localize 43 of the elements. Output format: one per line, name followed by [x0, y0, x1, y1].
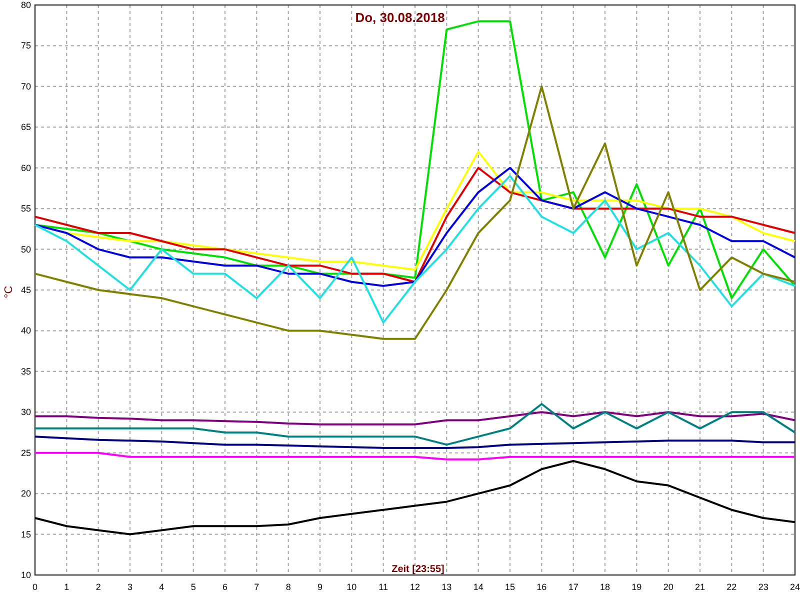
tick-label: 20 — [663, 582, 674, 592]
tick-label: 11 — [378, 582, 388, 592]
tick-label: 22 — [726, 582, 737, 592]
chart-title: Do, 30.08.2018 — [355, 10, 445, 25]
tick-label: 25 — [20, 448, 31, 458]
tick-label: 35 — [20, 366, 31, 376]
tick-label: 0 — [32, 582, 38, 592]
tick-label: 14 — [473, 582, 484, 592]
tick-label: 5 — [190, 582, 196, 592]
tick-label: 75 — [20, 40, 31, 51]
tick-label: 24 — [790, 582, 800, 592]
tick-label: 10 — [346, 582, 357, 592]
tick-label: 12 — [410, 582, 420, 592]
tick-label: 40 — [20, 326, 31, 336]
tick-label: 2 — [96, 582, 101, 592]
tick-label: 60 — [20, 162, 31, 173]
tick-label: 45 — [20, 285, 31, 295]
tick-label: 1 — [64, 582, 70, 592]
y-axis-label: °C — [3, 286, 15, 298]
tick-label: 9 — [318, 582, 322, 592]
tick-label: 20 — [20, 488, 31, 499]
tick-label: 16 — [536, 582, 547, 592]
tick-label: 50 — [20, 244, 31, 254]
tick-label: 17 — [568, 582, 578, 592]
tick-label: 8 — [286, 582, 291, 592]
tick-label: 55 — [20, 204, 31, 214]
x-axis-label: Zeit [23:55] — [392, 564, 444, 575]
tick-label: 15 — [20, 529, 31, 540]
tick-label: 4 — [159, 582, 164, 592]
tick-label: 70 — [20, 81, 31, 92]
tick-label: 15 — [505, 582, 515, 592]
tick-label: 18 — [600, 582, 610, 592]
tick-label: 19 — [632, 582, 642, 592]
tick-label: 3 — [128, 582, 132, 592]
tick-label: 7 — [254, 582, 260, 592]
tick-label: 13 — [442, 582, 452, 592]
tick-label: 21 — [695, 582, 705, 592]
tick-label: 80 — [20, 0, 31, 10]
tick-label: 6 — [222, 582, 228, 592]
tick-label: 23 — [758, 582, 768, 592]
tick-label: 10 — [20, 570, 31, 580]
tick-label: 30 — [20, 407, 31, 418]
tick-label: 65 — [20, 122, 31, 132]
